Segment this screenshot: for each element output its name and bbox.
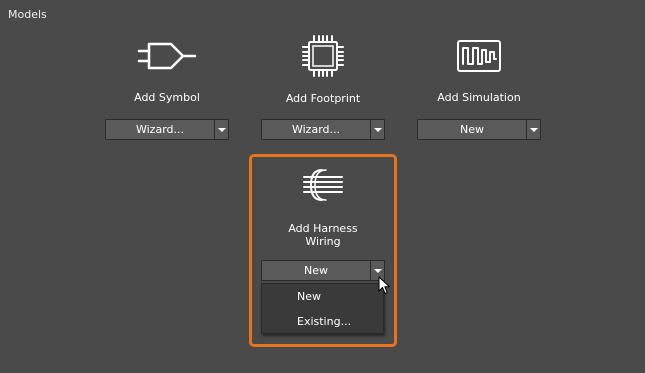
simulation-icon[interactable] bbox=[456, 38, 502, 74]
mouse-cursor-icon bbox=[378, 276, 390, 294]
symbol-combo-value: Wizard... bbox=[135, 123, 184, 136]
simulation-combo-arrow[interactable] bbox=[526, 120, 540, 139]
add-symbol-model: Add Symbol bbox=[105, 38, 229, 104]
chevron-down-icon bbox=[529, 127, 538, 132]
chevron-down-icon bbox=[373, 127, 382, 132]
footprint-combo-arrow[interactable] bbox=[370, 120, 384, 139]
footprint-combo-value: Wizard... bbox=[291, 123, 340, 136]
models-section-title: Models bbox=[8, 8, 47, 21]
chevron-down-icon bbox=[217, 127, 226, 132]
add-simulation-label: Add Simulation bbox=[437, 91, 521, 104]
harness-wiring-combo[interactable]: New bbox=[261, 260, 385, 281]
harness-wiring-dropdown-menu: New Existing... bbox=[261, 283, 384, 334]
footprint-combo[interactable]: Wizard... bbox=[261, 119, 385, 140]
chevron-down-icon bbox=[373, 268, 382, 273]
harness-wiring-icon[interactable] bbox=[300, 166, 346, 204]
add-simulation-model: Add Simulation bbox=[417, 38, 541, 104]
add-footprint-label: Add Footprint bbox=[285, 92, 361, 105]
add-harness-wiring-model: Add Harness Wiring bbox=[261, 166, 385, 248]
simulation-combo-value: New bbox=[460, 123, 484, 136]
symbol-icon[interactable] bbox=[137, 38, 197, 74]
add-harness-wiring-label-line2: Wiring bbox=[305, 235, 341, 248]
harness-wiring-combo-value: New bbox=[304, 264, 328, 277]
add-footprint-model: Add Footprint bbox=[261, 34, 385, 105]
simulation-combo[interactable]: New bbox=[417, 119, 541, 140]
footprint-icon[interactable] bbox=[301, 34, 345, 78]
symbol-combo[interactable]: Wizard... bbox=[105, 119, 229, 140]
add-symbol-label: Add Symbol bbox=[134, 91, 200, 104]
menu-item-new[interactable]: New bbox=[262, 284, 383, 309]
menu-item-existing[interactable]: Existing... bbox=[262, 309, 383, 334]
add-harness-wiring-label-line1: Add Harness bbox=[288, 222, 358, 235]
symbol-combo-arrow[interactable] bbox=[214, 120, 228, 139]
